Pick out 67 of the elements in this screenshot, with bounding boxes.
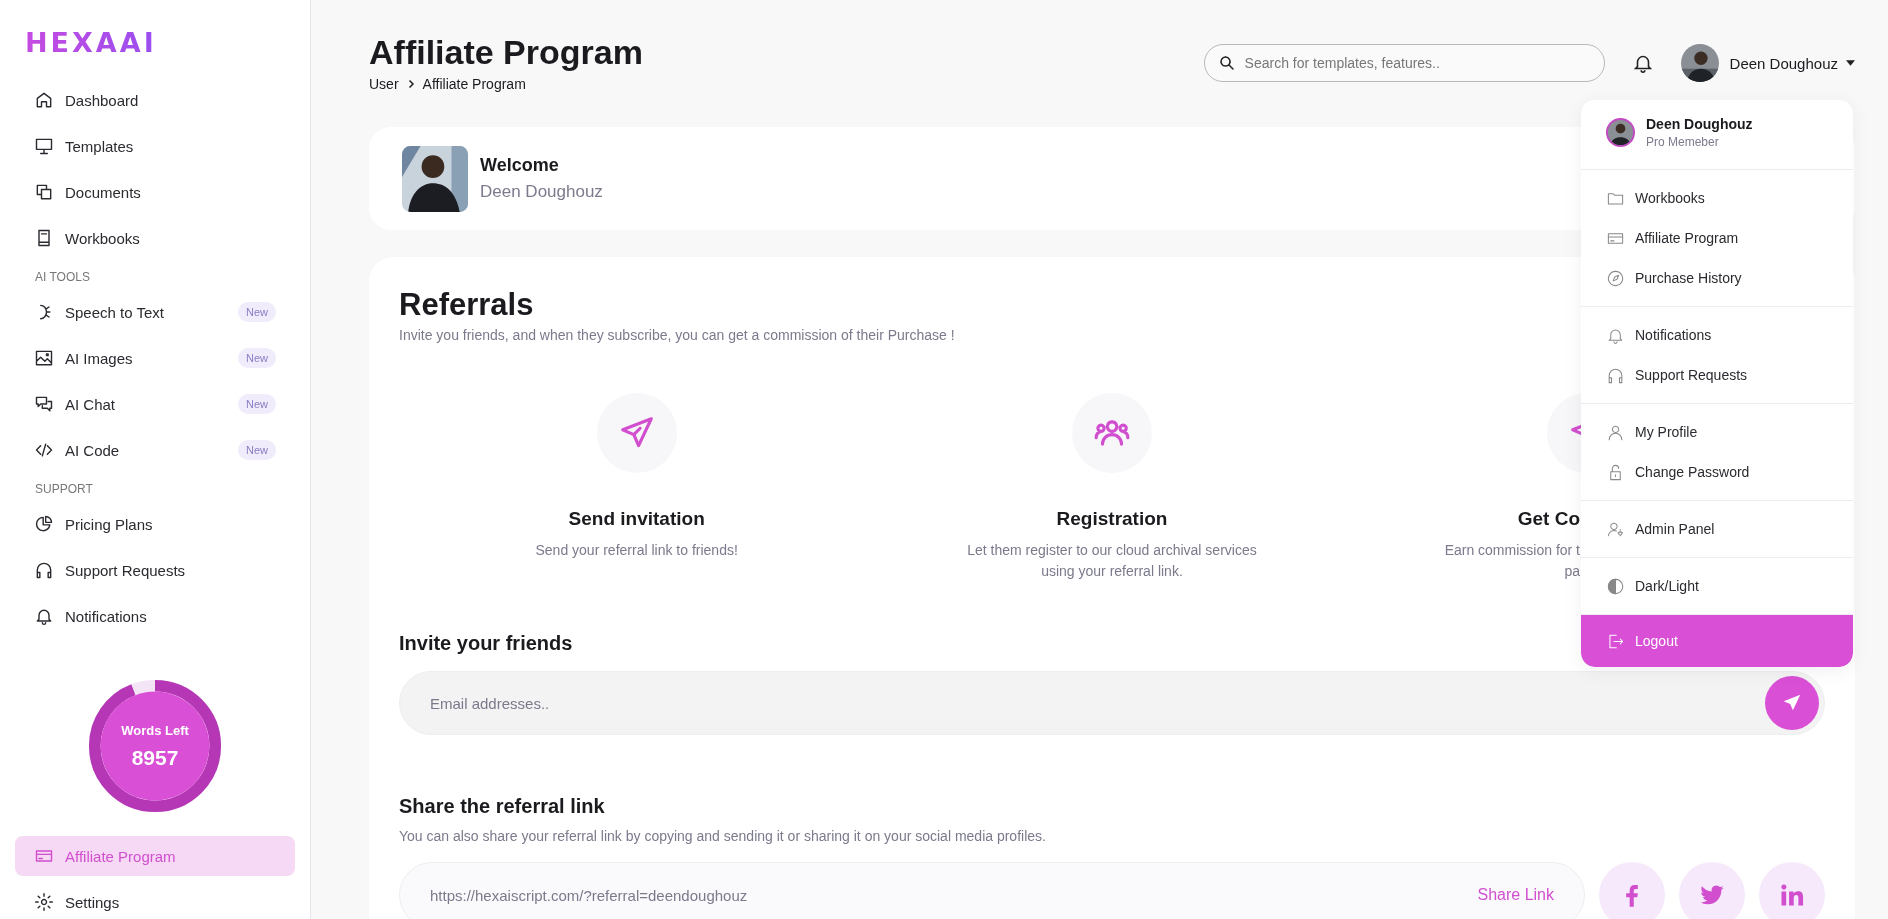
words-left-count: 8957 — [131, 745, 179, 770]
menu-item[interactable]: Dark/Light — [1581, 566, 1853, 606]
section-label: SUPPORT — [34, 481, 94, 498]
sidebar-item[interactable]: Documents — [15, 172, 295, 212]
contrast-icon — [1606, 576, 1625, 596]
sidebar-item[interactable]: AI Images New — [15, 338, 295, 378]
invite-title: Invite your friends — [399, 632, 573, 655]
linkedin-button[interactable] — [1759, 862, 1825, 919]
new-badge: New — [238, 348, 276, 368]
menu-item[interactable]: My Profile — [1581, 412, 1853, 452]
step-title: Registration — [1056, 508, 1168, 530]
settings-icon — [34, 892, 54, 912]
section-subtitle: Invite you friends, and when they subscribe, you can get a commission of their Purchase ! — [399, 327, 955, 343]
new-badge: New — [238, 440, 276, 460]
headphones-icon — [34, 560, 54, 580]
sidebar-item[interactable]: Templates — [15, 126, 295, 166]
code-icon — [34, 440, 54, 460]
step-description: Earn commission for t pa — [1444, 541, 1580, 581]
user-name: Deen Doughouz — [1646, 116, 1753, 132]
section-title: Referrals — [399, 287, 534, 323]
user-role: Pro Memeber — [1646, 135, 1720, 149]
step-description: Send your referral link to friends! — [535, 541, 738, 560]
sidebar-item[interactable]: AI Code New — [15, 430, 295, 470]
sidebar-item[interactable]: Dashboard — [15, 80, 295, 120]
step-description: Let them register to our cloud archival services using your referral link. — [967, 541, 1257, 581]
menu-item[interactable]: Change Password — [1581, 452, 1853, 492]
chat-icon — [34, 394, 54, 414]
breadcrumb-current: Affiliate Program — [422, 76, 526, 92]
new-badge: New — [238, 302, 276, 322]
menu-item[interactable]: Purchase History — [1581, 258, 1853, 298]
share-description: You can also share your referral link by copying and sending it or sharing it on your social media profiles. — [399, 828, 1046, 844]
caret-icon — [1846, 60, 1855, 66]
welcome-title: Welcome — [480, 155, 560, 176]
sidebar-item[interactable]: Speech to Text New — [15, 292, 295, 332]
facebook-button[interactable] — [1599, 862, 1665, 919]
search-field[interactable]: Search for templates, features.. — [1203, 44, 1605, 82]
home-icon — [34, 90, 54, 110]
sidebar-item[interactable]: Support Requests — [15, 550, 295, 590]
sidebar-item[interactable]: AI Chat New — [15, 384, 295, 424]
menu-item[interactable]: Notifications — [1581, 315, 1853, 355]
monitor-icon — [34, 136, 54, 156]
menu-item[interactable]: Support Requests — [1581, 355, 1853, 395]
compass-icon — [1606, 268, 1625, 288]
copy-icon — [34, 182, 54, 202]
new-badge: New — [238, 394, 276, 414]
sidebar-item[interactable]: Notifications — [15, 596, 295, 636]
pie-chart-icon — [34, 514, 54, 534]
sidebar-item[interactable]: Pricing Plans — [15, 504, 295, 544]
email-field[interactable]: Email addresses.. — [399, 671, 1825, 735]
user-menu[interactable]: Deen Doughouz — [1729, 54, 1855, 72]
step-title: Get Co — [1517, 508, 1580, 530]
sidebar-item[interactable]: Settings — [15, 882, 295, 919]
image-icon — [34, 348, 54, 368]
sidebar-item[interactable]: Workbooks — [15, 218, 295, 258]
menu-item[interactable]: Affiliate Program — [1581, 218, 1853, 258]
menu-item[interactable]: Admin Panel — [1581, 509, 1853, 549]
breadcrumb-link[interactable]: User — [369, 76, 399, 92]
twitter-button[interactable] — [1679, 862, 1745, 919]
section-label: AI TOOLS — [34, 269, 91, 286]
welcome-name: Deen Doughouz — [480, 182, 603, 202]
share-title: Share the referral link — [399, 795, 605, 818]
menu-item[interactable]: Workbooks — [1581, 178, 1853, 218]
share-link[interactable]: Share Link — [1477, 886, 1554, 904]
referral-link-field[interactable]: https://hexaiscript.com/?referral=deendoughouz Share Link — [399, 862, 1585, 919]
page-title: Affiliate Program — [369, 32, 643, 73]
step-title: Send invitation — [568, 508, 705, 530]
words-left-label: Words Left — [121, 722, 189, 738]
